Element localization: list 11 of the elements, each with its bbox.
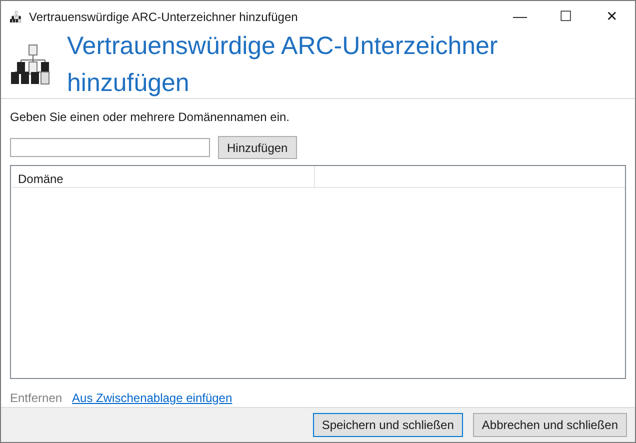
window-title: Vertrauenswürdige ARC-Unterzeichner hinzufügen: [29, 8, 298, 26]
link[interactable]: Aus Zwischenablage einfügen: [72, 389, 232, 407]
add-button[interactable]: Hinzufügen: [218, 136, 297, 159]
dialog-button[interactable]: Abbrechen und schließen: [472, 413, 627, 437]
org-chart-icon: [9, 10, 23, 22]
domain-list[interactable]: Domäne: [10, 165, 626, 379]
instruction-text: Geben Sie einen oder mehrere Domänennamen ein.: [10, 109, 291, 126]
domain-input-field[interactable]: [10, 138, 210, 157]
dialog-button[interactable]: Speichern und schließen: [312, 413, 463, 437]
dialog-heading: Vertrauenswürdige ARC-Unterzeichner hinzufügen: [67, 30, 499, 99]
column-header[interactable]: Domäne: [12, 166, 315, 187]
